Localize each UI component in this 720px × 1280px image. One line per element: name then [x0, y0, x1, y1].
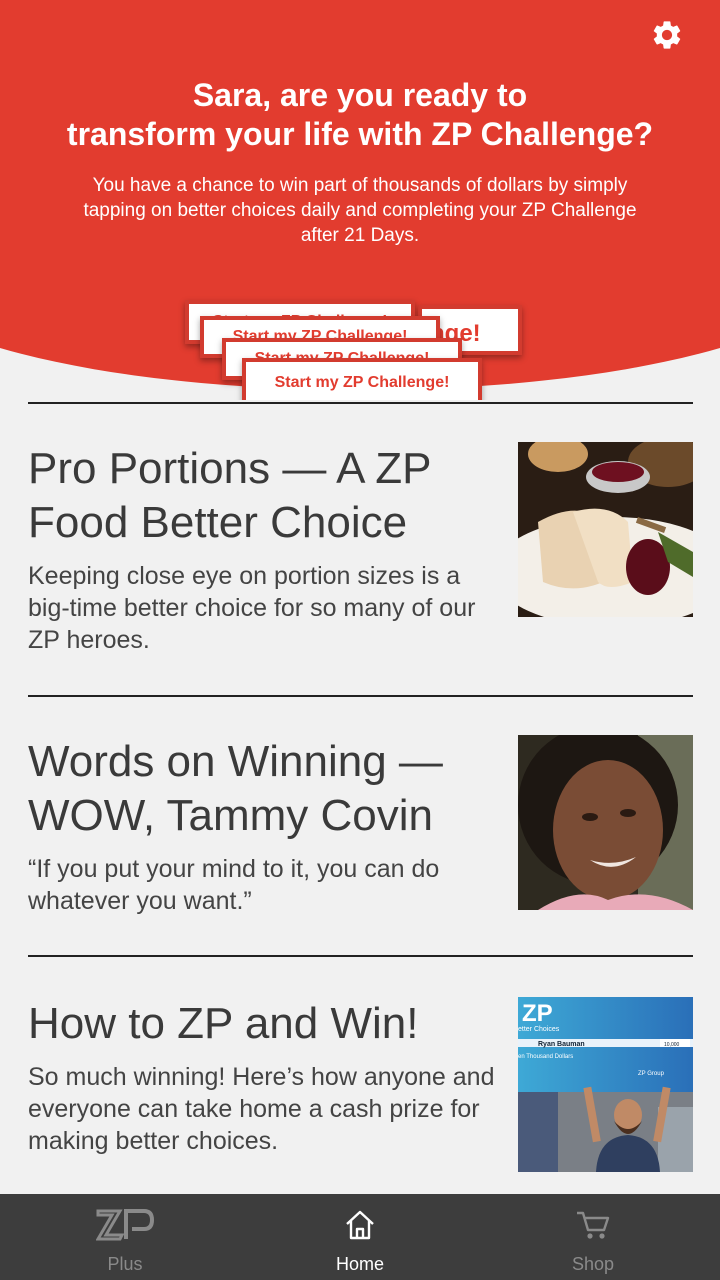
shopping-cart-icon [577, 1211, 610, 1239]
check-amount-words: en Thousand Dollars [518, 1054, 573, 1060]
gear-icon[interactable] [650, 18, 684, 52]
article-title: Pro Portions — A ZP Food Better Choice [28, 444, 431, 547]
check-amount: 10,000 [664, 1042, 680, 1048]
check-payee: Ryan Bauman [538, 1041, 585, 1048]
bottom-navigation: Plus Home Shop [0, 1194, 720, 1280]
divider [28, 955, 693, 957]
check-signer: ZP Group [638, 1071, 665, 1077]
article-card-pro-portions[interactable]: Pro Portions — A ZP Food Better Choice K… [28, 442, 693, 656]
divider [28, 402, 693, 404]
home-icon [346, 1210, 374, 1240]
nav-home[interactable]: Home [240, 1194, 480, 1280]
article-description: So much winning! Here’s how anyone and e… [28, 1063, 495, 1155]
portrait-image [518, 735, 693, 910]
nav-home-label: Home [335, 1254, 384, 1274]
article-title: How to ZP and Win! [28, 999, 419, 1048]
winner-check-image: ZP etter Choices Ryan Bauman 10,000 en T… [518, 997, 693, 1172]
challenge-header: Sara, are you ready to transform your li… [0, 0, 720, 400]
article-description: “If you put your mind to it, you can do … [28, 855, 440, 915]
article-description: Keeping close eye on portion sizes is a … [28, 562, 476, 654]
nav-shop[interactable]: Shop [473, 1194, 713, 1280]
article-title: Words on Winning — WOW, Tammy Covin [28, 737, 443, 840]
check-line1: etter Choices [518, 1026, 560, 1033]
article-card-how-to-win[interactable]: How to ZP and Win! So much winning! Here… [28, 997, 693, 1172]
start-challenge-label: Start my ZP Challenge! [274, 374, 450, 391]
check-brand: ZP [522, 1000, 553, 1027]
header-title-line1: Sara, are you ready to [192, 77, 528, 113]
start-challenge-button[interactable]: Start my ZP Challenge! [242, 358, 482, 400]
article-card-words-on-winning[interactable]: Words on Winning — WOW, Tammy Covin “If … [28, 735, 693, 917]
nav-plus-label: Plus [107, 1254, 143, 1274]
header-subtitle: You have a chance to win part of thousan… [83, 175, 637, 246]
divider [28, 695, 693, 697]
zp-logo-icon [96, 1209, 154, 1241]
header-title-line2: transform your life with ZP Challenge? [66, 116, 654, 152]
food-plate-image [518, 442, 693, 617]
nav-shop-label: Shop [571, 1254, 615, 1274]
nav-plus[interactable]: Plus [5, 1194, 245, 1280]
header-title: Sara, are you ready to transform your li… [0, 76, 720, 154]
